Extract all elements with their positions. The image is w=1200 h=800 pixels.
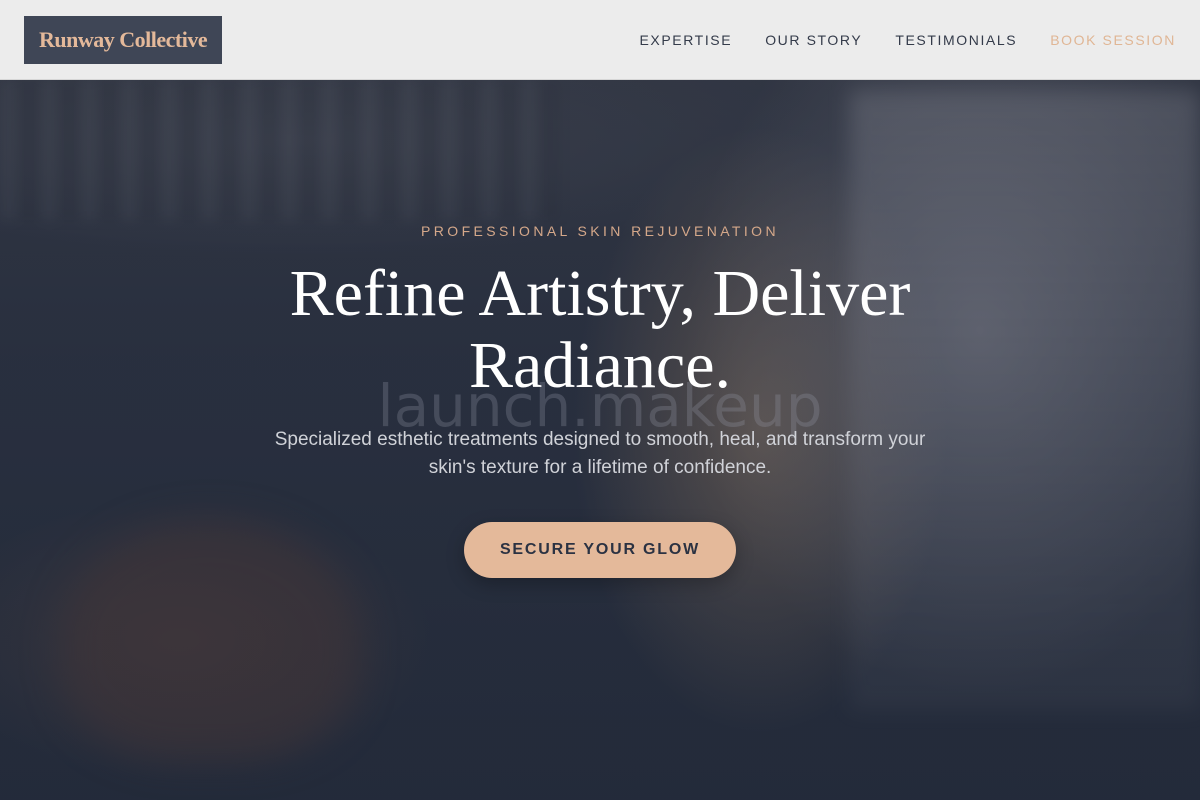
secure-your-glow-button[interactable]: SECURE YOUR GLOW [464,522,736,578]
hero-headline: Refine Artistry, Deliver Radiance. [289,257,911,402]
hero-subtitle: Specialized esthetic treatments designed… [274,429,926,478]
hero-eyebrow: PROFESSIONAL SKIN REJUVENATION [421,223,779,239]
hero-section: PROFESSIONAL SKIN REJUVENATION launch.ma… [0,0,1200,800]
page: Runway Collective EXPERTISE OUR STORY TE… [0,0,1200,800]
